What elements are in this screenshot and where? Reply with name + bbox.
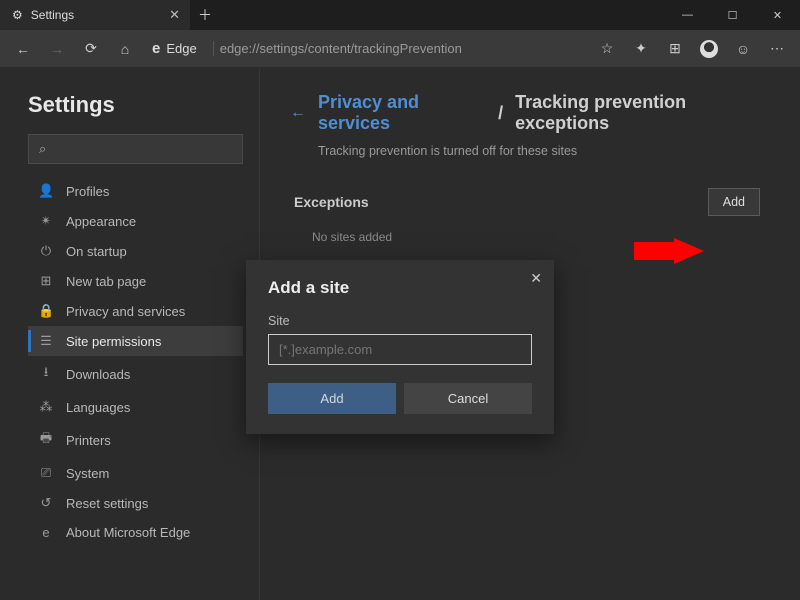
dialog-close-icon[interactable]: ✕ — [530, 270, 542, 287]
reset-icon: ↺ — [38, 495, 54, 511]
breadcrumb-separator: / — [498, 103, 503, 124]
url-text[interactable]: edge://settings/content/trackingPreventi… — [213, 41, 468, 56]
sidebar-title: Settings — [28, 92, 243, 118]
sidebar-item-on-startup[interactable]: ⏻ On startup — [28, 236, 243, 266]
sidebar-item-privacy-and-services[interactable]: 🔒 Privacy and services — [28, 296, 243, 326]
dialog-add-button[interactable]: Add — [268, 383, 396, 414]
sidebar-item-label: Reset settings — [66, 496, 148, 511]
person-icon: 👤 — [38, 183, 54, 199]
breadcrumb-current: Tracking prevention exceptions — [515, 92, 770, 134]
exceptions-row: Exceptions Add — [294, 188, 760, 216]
palette-icon: ✴ — [38, 213, 54, 229]
home-button[interactable]: ⌂ — [110, 34, 140, 64]
sidebar-item-label: System — [66, 466, 109, 481]
refresh-button[interactable]: ⟳ — [76, 34, 106, 64]
sidebar-item-languages[interactable]: ⁂ Languages — [28, 392, 243, 422]
dialog-title: Add a site — [268, 278, 532, 298]
power-icon: ⏻ — [38, 243, 54, 259]
edge-icon: e — [38, 525, 54, 540]
breadcrumb: ← Privacy and services / Tracking preven… — [290, 92, 770, 134]
favorites-icon[interactable]: ✦ — [626, 34, 656, 64]
sidebar-item-printers[interactable]: 🖶 Printers — [28, 422, 243, 458]
sidebar-item-downloads[interactable]: ⭳ Downloads — [28, 356, 243, 392]
close-window-button[interactable]: ✕ — [755, 0, 800, 30]
site-identity[interactable]: e Edge — [144, 40, 205, 57]
tab-label: Settings — [31, 8, 74, 22]
lock-icon: 🔒 — [38, 303, 54, 319]
sidebar-item-label: Downloads — [66, 367, 130, 382]
gear-icon: ⚙ — [12, 8, 23, 22]
site-input[interactable] — [268, 334, 532, 365]
window-controls: — ☐ ✕ — [665, 0, 800, 30]
site-identity-label: Edge — [166, 41, 196, 56]
maximize-button[interactable]: ☐ — [710, 0, 755, 30]
sidebar-item-system[interactable]: ⎚ System — [28, 458, 243, 488]
printer-icon: 🖶 — [38, 429, 54, 451]
close-tab-icon[interactable]: ✕ — [169, 7, 180, 23]
sidebar-item-label: Site permissions — [66, 334, 161, 349]
back-button[interactable]: ← — [8, 34, 38, 64]
exceptions-heading: Exceptions — [294, 194, 369, 210]
titlebar: ⚙ Settings ✕ ＋ — ☐ ✕ — [0, 0, 800, 30]
collections-icon[interactable]: ⊞ — [660, 34, 690, 64]
more-menu-icon[interactable]: ⋯ — [762, 34, 792, 64]
sidebar-item-label: On startup — [66, 244, 127, 259]
sidebar-item-label: Printers — [66, 433, 111, 448]
address-bar: ← → ⟳ ⌂ e Edge edge://settings/content/t… — [0, 30, 800, 68]
sidebar-item-new-tab-page[interactable]: ⊞ New tab page — [28, 266, 243, 296]
breadcrumb-back-icon[interactable]: ← — [290, 104, 306, 122]
site-field-label: Site — [268, 314, 532, 328]
sidebar-item-about-microsoft-edge[interactable]: e About Microsoft Edge — [28, 518, 243, 547]
sidebar-item-label: Appearance — [66, 214, 136, 229]
sidebar-item-label: New tab page — [66, 274, 146, 289]
new-tab-button[interactable]: ＋ — [190, 0, 220, 30]
edge-logo-icon: e — [152, 40, 160, 57]
dialog-buttons: Add Cancel — [268, 383, 532, 414]
shield-icon: ☰ — [38, 333, 54, 349]
settings-nav: 👤 Profiles ✴ Appearance ⏻ On startup ⊞ New tab … — [28, 176, 243, 547]
browser-window: ⚙ Settings ✕ ＋ — ☐ ✕ ← → ⟳ ⌂ e Edge edge… — [0, 0, 800, 600]
sidebar-item-site-permissions[interactable]: ☰ Site permissions — [28, 326, 243, 356]
breadcrumb-link[interactable]: Privacy and services — [318, 92, 486, 134]
sidebar-item-profiles[interactable]: 👤 Profiles — [28, 176, 243, 206]
download-icon: ⭳ — [38, 363, 54, 385]
page-subtext: Tracking prevention is turned off for th… — [318, 144, 770, 158]
star-outline-icon[interactable]: ☆ — [592, 34, 622, 64]
sidebar-item-label: Profiles — [66, 184, 109, 199]
tab-settings[interactable]: ⚙ Settings ✕ — [0, 0, 190, 30]
feedback-icon[interactable]: ☺ — [728, 34, 758, 64]
add-exception-button[interactable]: Add — [708, 188, 760, 216]
sidebar-item-appearance[interactable]: ✴ Appearance — [28, 206, 243, 236]
language-icon: ⁂ — [38, 399, 54, 415]
sidebar-item-reset-settings[interactable]: ↺ Reset settings — [28, 488, 243, 518]
add-site-dialog: ✕ Add a site Site Add Cancel — [246, 260, 554, 434]
search-icon: ⌕ — [39, 141, 46, 157]
sidebar-item-label: Languages — [66, 400, 130, 415]
sidebar-item-label: Privacy and services — [66, 304, 185, 319]
dialog-cancel-button[interactable]: Cancel — [404, 383, 532, 414]
search-input[interactable] — [54, 142, 232, 157]
settings-search[interactable]: ⌕ — [28, 134, 243, 164]
system-icon: ⎚ — [38, 465, 54, 481]
settings-sidebar: Settings ⌕ 👤 Profiles ✴ Appearance ⏻ On start… — [0, 68, 260, 600]
profile-avatar[interactable] — [694, 34, 724, 64]
forward-button: → — [42, 34, 72, 64]
no-sites-text: No sites added — [312, 230, 770, 244]
avatar-icon — [700, 40, 718, 58]
sidebar-item-label: About Microsoft Edge — [66, 525, 190, 540]
minimize-button[interactable]: — — [665, 0, 710, 30]
tab-icon: ⊞ — [38, 273, 54, 289]
